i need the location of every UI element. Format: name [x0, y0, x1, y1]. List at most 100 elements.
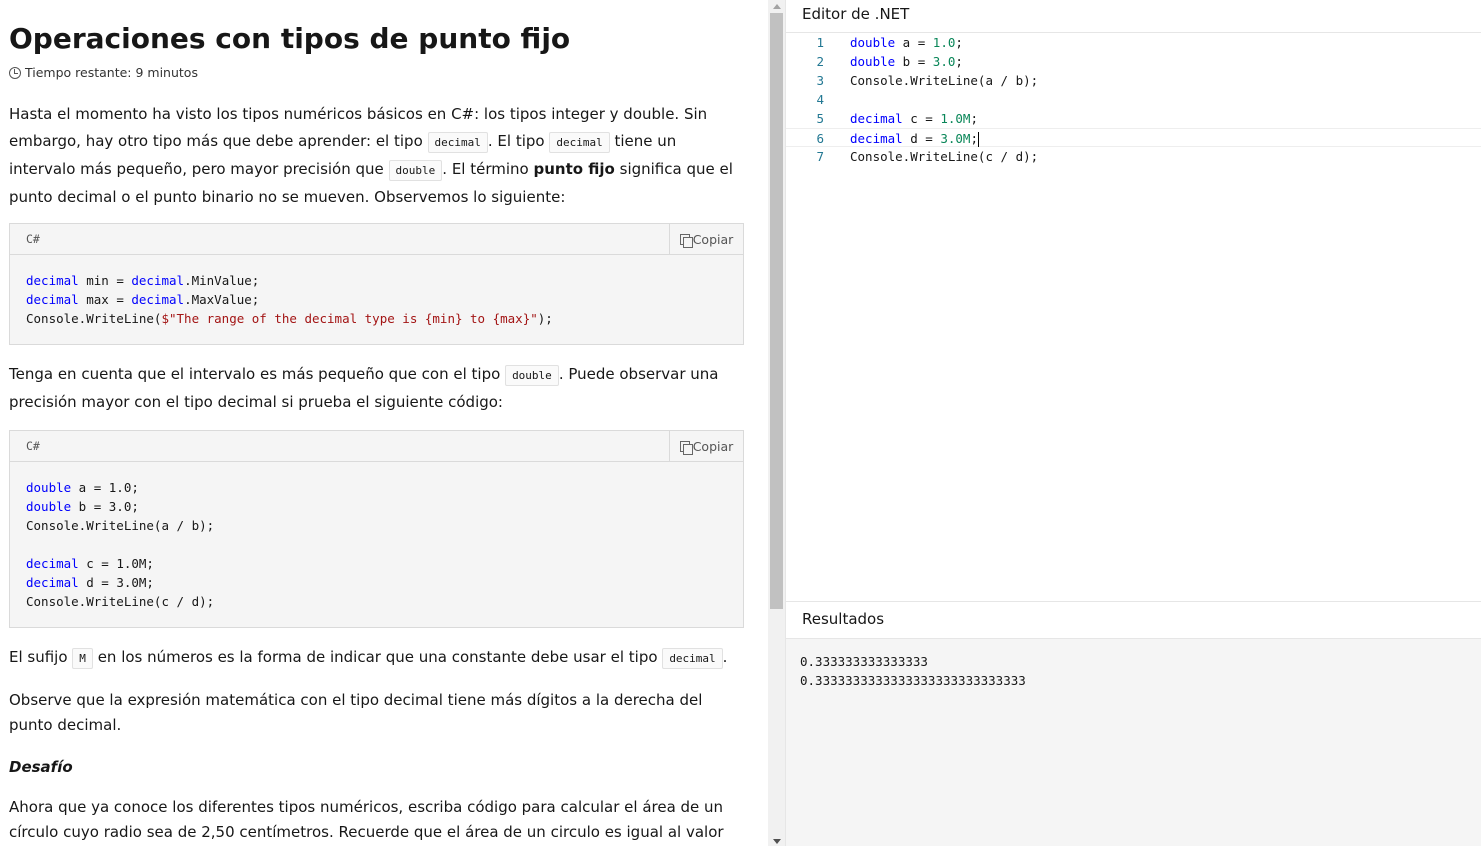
- line-code: Console.WriteLine(c / d);: [850, 147, 1038, 166]
- editor-title: Editor de .NET: [802, 5, 910, 23]
- text: . El tipo: [487, 132, 550, 150]
- line-code: decimal d = 3.0M;: [850, 129, 979, 148]
- scrollbar-thumb[interactable]: [770, 13, 783, 609]
- inline-code: decimal: [549, 132, 610, 153]
- text: El sufijo: [9, 648, 73, 666]
- divider: [786, 601, 1481, 602]
- editor-line[interactable]: 6 decimal d = 3.0M;: [786, 128, 1481, 147]
- code-token: decimal: [131, 292, 185, 307]
- scroll-up-icon[interactable]: [773, 4, 781, 9]
- code-token: ;: [970, 131, 978, 146]
- code-token: decimal: [850, 111, 903, 126]
- results-title: Resultados: [802, 610, 885, 628]
- result-line: 0.333333333333333: [800, 654, 928, 669]
- line-number: 2: [816, 54, 824, 69]
- code-token: Console.WriteLine(: [26, 311, 162, 326]
- challenge-heading: Desafío: [9, 758, 73, 776]
- line-number: 6: [816, 131, 824, 146]
- code-editor[interactable]: 1 double a = 1.0; 2 double b = 3.0; 3 Console…: [786, 33, 1481, 601]
- scroll-down-icon[interactable]: [773, 839, 781, 844]
- inline-code: double: [505, 365, 559, 386]
- code-token: ;: [955, 35, 963, 50]
- code-language: C#: [26, 232, 40, 246]
- code-token: c =: [902, 111, 941, 126]
- editor-line[interactable]: 3 Console.WriteLine(a / b);: [786, 71, 1481, 90]
- code-token: Console.WriteLine(c / d);: [26, 594, 215, 609]
- line-code: Console.WriteLine(a / b);: [850, 71, 1038, 90]
- code-token: Console.WriteLine(a / b);: [850, 73, 1039, 88]
- code-line: decimal max = decimal.MaxValue;: [26, 290, 727, 309]
- code-body: double a = 1.0; double b = 3.0; Console.Wr…: [10, 462, 743, 611]
- copy-button[interactable]: Copiar: [669, 431, 743, 461]
- code-block-header: C# Copiar: [10, 224, 743, 255]
- time-remaining: Tiempo restante: 9 minutos: [9, 65, 198, 80]
- code-line: Console.WriteLine(a / b);: [26, 516, 727, 535]
- line-number: 7: [816, 149, 824, 164]
- paragraph-4: Observe que la expresión matemática con …: [9, 691, 703, 734]
- code-token: decimal: [850, 131, 903, 146]
- editor-line[interactable]: 7 Console.WriteLine(c / d);: [786, 147, 1481, 166]
- code-token: 3.0M: [940, 131, 971, 146]
- code-token: min =: [78, 273, 132, 288]
- code-line: decimal d = 3.0M;: [26, 573, 727, 592]
- bold-term: punto fijo: [533, 160, 615, 178]
- results-output: 0.333333333333333 0.333333333333333333333…: [786, 639, 1481, 846]
- code-line: double a = 1.0;: [26, 478, 727, 497]
- clock-icon: [9, 66, 21, 79]
- code-block-2: C# Copiar double a = 1.0; double b = 3.0;…: [9, 430, 744, 628]
- text-cursor: [977, 132, 979, 147]
- copy-label: Copiar: [692, 438, 734, 454]
- code-line: Console.WriteLine(c / d);: [26, 592, 727, 611]
- code-block-header: C# Copiar: [10, 431, 743, 462]
- code-line: Console.WriteLine($"The range of the dec…: [26, 309, 727, 328]
- code-token: a = 1.0;: [71, 480, 139, 495]
- paragraph-5: Ahora que ya conoce los diferentes tipos…: [9, 798, 724, 841]
- paragraph-3: El sufijo M en los números es la forma d…: [9, 644, 744, 672]
- editor-line[interactable]: 2 double b = 3.0;: [786, 52, 1481, 71]
- editor-line[interactable]: 4: [786, 90, 1481, 109]
- code-token: Console.WriteLine(a / b);: [26, 518, 215, 533]
- code-line: decimal c = 1.0M;: [26, 554, 727, 573]
- copy-icon: [679, 440, 693, 455]
- code-token: b = 3.0;: [71, 499, 139, 514]
- code-body: decimal min = decimal.MinValue; decimal m…: [10, 255, 743, 328]
- code-token: decimal: [26, 556, 79, 571]
- inline-code: decimal: [662, 648, 723, 669]
- inline-code: decimal: [427, 132, 488, 153]
- code-token: max =: [78, 292, 132, 307]
- copy-icon: [679, 233, 693, 248]
- code-token: decimal: [26, 575, 79, 590]
- text: en los números es la forma de indicar qu…: [92, 648, 663, 666]
- code-token: );: [537, 311, 553, 326]
- line-number: 4: [816, 92, 824, 107]
- code-line: double b = 3.0;: [26, 497, 727, 516]
- code-block-1: C# Copiar decimal min = decimal.MinValue…: [9, 223, 744, 345]
- code-token: d = 3.0M;: [78, 575, 154, 590]
- code-token: ;: [970, 111, 978, 126]
- code-token: double: [850, 35, 896, 50]
- editor-line[interactable]: 1 double a = 1.0;: [786, 33, 1481, 52]
- text: Tenga en cuenta que el intervalo es más …: [9, 365, 506, 383]
- code-token: Console.WriteLine(c / d);: [850, 149, 1039, 164]
- code-token: b =: [895, 54, 933, 69]
- inline-code: double: [388, 160, 443, 181]
- copy-button[interactable]: Copiar: [669, 224, 743, 254]
- scrollbar[interactable]: [768, 0, 785, 846]
- article-pane: Operaciones con tipos de punto fijo Tiem…: [0, 0, 768, 846]
- time-remaining-text: Tiempo restante: 9 minutos: [25, 65, 198, 80]
- code-token: 1.0: [932, 35, 956, 50]
- line-code: double b = 3.0;: [850, 52, 963, 71]
- code-token: d =: [902, 131, 941, 146]
- code-token: decimal: [131, 273, 185, 288]
- editor-line[interactable]: 5 decimal c = 1.0M;: [786, 109, 1481, 128]
- code-token: c = 1.0M;: [78, 556, 154, 571]
- code-token: 1.0M: [940, 111, 971, 126]
- code-token: double: [26, 499, 72, 514]
- code-token: .MaxValue;: [184, 292, 260, 307]
- text: . El término: [442, 160, 534, 178]
- line-number: 1: [816, 35, 824, 50]
- paragraph-2: Tenga en cuenta que el intervalo es más …: [9, 361, 744, 416]
- line-number: 5: [816, 111, 824, 126]
- line-code: double a = 1.0;: [850, 33, 963, 52]
